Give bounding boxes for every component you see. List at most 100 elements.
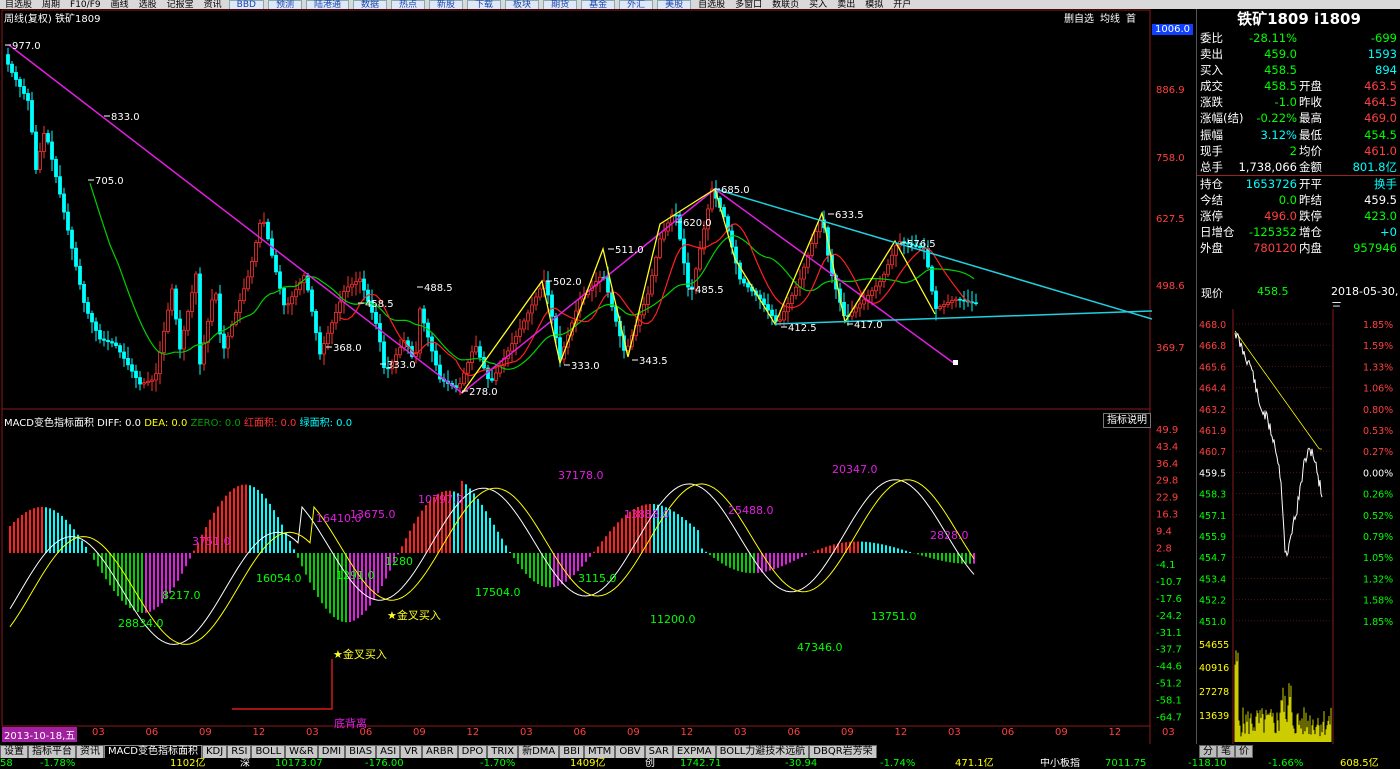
- status-value: -1.74%: [880, 758, 916, 769]
- menu-item[interactable]: 画线: [106, 1, 134, 10]
- menu-item-right[interactable]: 模拟: [860, 1, 888, 10]
- indicator-tab[interactable]: BOLL力避技术远航: [715, 745, 810, 758]
- intraday-tabs[interactable]: 分笔价: [1199, 745, 1253, 758]
- mini-price-tick: 457.1: [1199, 511, 1226, 522]
- menu-button[interactable]: BBD: [228, 0, 264, 9]
- candle-body: [354, 281, 358, 285]
- candle-body: [746, 282, 750, 288]
- indicator-tabs[interactable]: 设置 指标平台 资讯 MACD变色指标面积 KDJ RSI BOLL W&R DMI BIAS AS…: [0, 744, 1195, 758]
- indicator-tab[interactable]: ARBR: [422, 745, 458, 758]
- indicator-tab[interactable]: 资讯: [76, 745, 104, 758]
- market-button[interactable]: 美股: [657, 0, 692, 9]
- indicator-tab[interactable]: OBV: [615, 745, 645, 758]
- menu-item[interactable]: 资讯: [199, 1, 227, 10]
- menu-item-right[interactable]: 卖出: [832, 1, 860, 10]
- chart-button[interactable]: 删自选: [1064, 14, 1094, 25]
- indicator-tab[interactable]: BIAS: [345, 745, 377, 758]
- indicator-tab[interactable]: VR: [400, 745, 423, 758]
- indicator-tab[interactable]: 设置: [0, 745, 28, 758]
- menu-button[interactable]: 数据: [352, 0, 387, 9]
- indicator-tab[interactable]: TRIX: [487, 745, 519, 758]
- candle-body: [462, 372, 466, 385]
- mini-pct-tick: 0.26%: [1363, 490, 1393, 501]
- market-button[interactable]: 下载: [467, 0, 502, 9]
- indicator-tab[interactable]: 新DMA: [518, 745, 560, 758]
- macd-tick: -17.6: [1156, 594, 1182, 605]
- market-button[interactable]: 基金: [581, 0, 616, 9]
- indicator-tab[interactable]: KDJ: [201, 745, 228, 758]
- market-button[interactable]: 期货: [543, 0, 578, 9]
- mini-price-tick: 453.4: [1199, 574, 1226, 585]
- menu-item[interactable]: F10/F9: [65, 1, 106, 10]
- quote-label: 涨幅(结): [1200, 111, 1244, 126]
- candle-body: [742, 278, 746, 284]
- indicator-tab[interactable]: BBI: [559, 745, 584, 758]
- intraday-chart[interactable]: 468.0 1.85% 466.8 1.59% 465.6 1.33% 464.4 1.06%…: [1197, 309, 1400, 744]
- candle-body: [374, 311, 378, 324]
- menu-item[interactable]: 选股: [134, 1, 162, 10]
- mini-pct-tick: 0.00%: [1363, 468, 1393, 479]
- hl-label: 343.5: [639, 356, 668, 367]
- hl-label: 511.0: [615, 245, 644, 256]
- chart-button[interactable]: 均线: [1100, 14, 1120, 25]
- market-button[interactable]: 外汇: [619, 0, 654, 9]
- price-tick: 886.9: [1156, 85, 1185, 96]
- candle-body: [890, 254, 894, 266]
- chart-top-buttons[interactable]: 删自选 均线首: [1064, 10, 1142, 25]
- candle-body: [150, 379, 154, 382]
- candle-body: [166, 309, 170, 332]
- indicator-tab[interactable]: W&R: [285, 745, 318, 758]
- menu-button[interactable]: 热点: [391, 0, 426, 9]
- menu-button[interactable]: 预测: [267, 0, 302, 9]
- menu-item-right[interactable]: 数联页: [767, 1, 804, 10]
- indicator-tab[interactable]: SAR: [644, 745, 673, 758]
- hl-label: 576.5: [907, 239, 936, 250]
- menu-item[interactable]: 记报堂: [162, 1, 199, 10]
- intraday-tab[interactable]: 笔: [1217, 745, 1235, 758]
- menu-item-right[interactable]: 自选股: [693, 1, 730, 10]
- candle-body: [894, 245, 898, 256]
- menu-item[interactable]: 目选股: [0, 1, 37, 10]
- market-button[interactable]: 板块: [505, 0, 540, 9]
- indicator-tab[interactable]: MTM: [583, 745, 616, 758]
- mini-price-tick: 454.7: [1199, 553, 1226, 564]
- hl-label: 333.0: [571, 361, 600, 372]
- indicator-tab[interactable]: BOLL: [251, 745, 286, 758]
- indicator-tab[interactable]: ASI: [376, 745, 401, 758]
- indicator-tab[interactable]: RSI: [227, 745, 252, 758]
- indicator-tab[interactable]: DPO: [457, 745, 488, 758]
- indicator-tab[interactable]: EXPMA: [672, 745, 716, 758]
- price-tick: 758.0: [1156, 153, 1185, 164]
- indicator-help-button[interactable]: 指标说明: [1103, 413, 1151, 428]
- candle-body: [154, 373, 158, 381]
- quote-row: 现手 2 均价 461.0: [1197, 143, 1400, 159]
- menu-item-right[interactable]: 开户: [888, 1, 916, 10]
- chart-button[interactable]: 首: [1126, 14, 1136, 25]
- menu-button[interactable]: 新股: [429, 0, 464, 9]
- indicator-tab[interactable]: DMI: [317, 745, 346, 758]
- quote-value: 0.0: [1278, 192, 1297, 207]
- quote-label: 买入: [1200, 63, 1223, 78]
- time-axis-label: 03: [734, 727, 747, 738]
- candle-body: [50, 141, 54, 160]
- candle-body: [202, 342, 206, 365]
- mini-price-tick: 463.2: [1199, 405, 1226, 416]
- intraday-tab[interactable]: 分: [1199, 745, 1217, 758]
- indicator-tab[interactable]: 指标平台: [28, 745, 76, 758]
- time-axis-label: 12: [1108, 727, 1122, 738]
- candle-body: [226, 335, 230, 349]
- intraday-tab[interactable]: 价: [1235, 745, 1253, 758]
- indicator-tab[interactable]: DBQR岩芳荣: [809, 745, 877, 758]
- quote-label2: 金额: [1299, 159, 1322, 174]
- menu-item[interactable]: 周期: [37, 1, 65, 10]
- chart-title: 周线(复权) 铁矿1809: [4, 14, 101, 25]
- candle-body: [18, 79, 22, 87]
- macd-green-area: 绿面积: 0.0: [299, 418, 353, 429]
- quote-value: 459.0: [1264, 47, 1297, 62]
- menu-item-right[interactable]: 多窗口: [730, 1, 767, 10]
- candle-body: [242, 288, 246, 302]
- indicator-tab[interactable]: MACD变色指标面积: [104, 745, 202, 758]
- menu-item-right[interactable]: 买入: [804, 1, 832, 10]
- menu-button[interactable]: 陆港通: [305, 0, 349, 9]
- kline-chart-area[interactable]: 886.9 758.0 627.5 498.6 369.7 49.9 43.4 36.4 29.…: [0, 9, 1196, 744]
